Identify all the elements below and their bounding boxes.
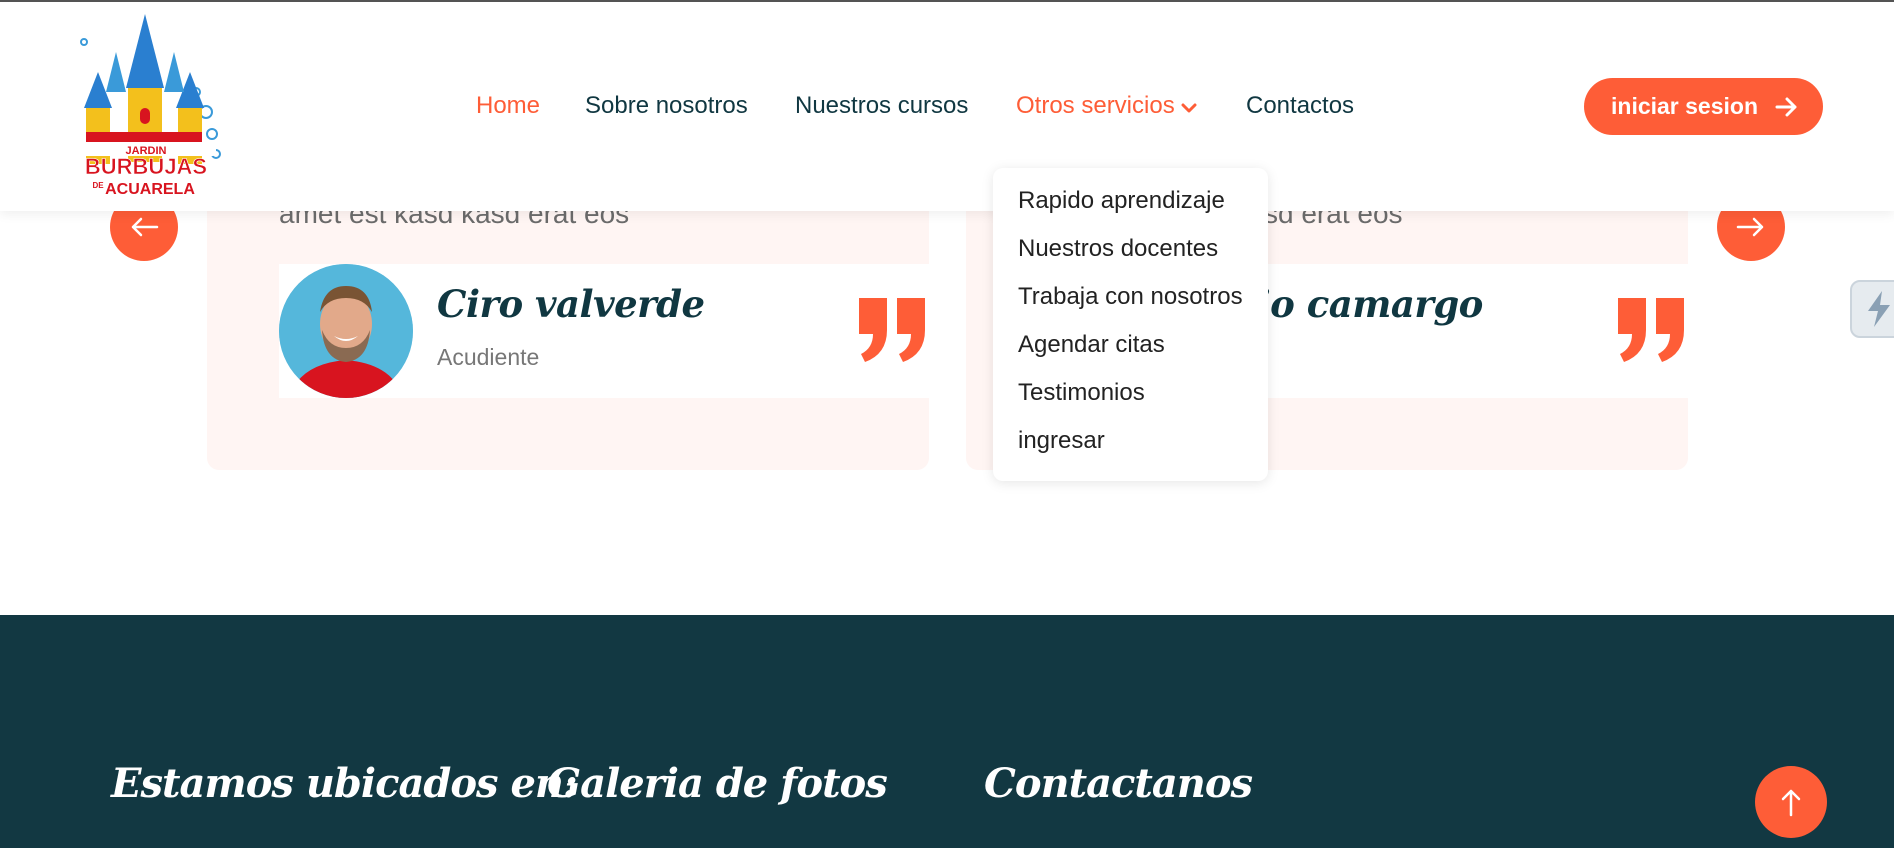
quote-icon xyxy=(1616,296,1688,364)
login-button[interactable]: iniciar sesion xyxy=(1584,78,1823,135)
logo-text-burbujas: BURBUJAS xyxy=(85,154,207,179)
arrow-right-icon xyxy=(1736,217,1764,237)
footer-contact-title: Contactanos xyxy=(984,760,1253,807)
nav-contactos[interactable]: Contactos xyxy=(1246,92,1354,120)
arrow-up-icon xyxy=(1781,789,1801,817)
testimonial-role: Acudiente xyxy=(437,344,540,370)
nav-otros-servicios-label: Otros servicios xyxy=(1016,92,1175,119)
dropdown-item-testimonios[interactable]: Testimonios xyxy=(993,378,1268,426)
logo-text-acuarela: ACUARELA xyxy=(105,181,195,198)
dropdown-item-rapido-aprendizaje[interactable]: Rapido aprendizaje xyxy=(993,186,1268,234)
back-to-top-button[interactable] xyxy=(1755,766,1827,838)
chevron-down-icon xyxy=(1181,93,1197,121)
dropdown-item-trabaja-con-nosotros[interactable]: Trabaja con nosotros xyxy=(993,282,1268,330)
nav-sobre-nosotros[interactable]: Sobre nosotros xyxy=(585,92,748,120)
dropdown-item-ingresar[interactable]: ingresar xyxy=(993,426,1268,474)
avatar xyxy=(279,264,413,398)
dropdown-item-agendar-citas[interactable]: Agendar citas xyxy=(993,330,1268,378)
quote-icon xyxy=(857,296,929,364)
nav-nuestros-cursos[interactable]: Nuestros cursos xyxy=(795,92,968,120)
lightning-icon xyxy=(1868,291,1890,327)
side-extension-widget[interactable] xyxy=(1850,280,1894,338)
otros-servicios-dropdown: Rapido aprendizaje Nuestros docentes Tra… xyxy=(993,168,1268,481)
testimonial-name: Ciro valverde xyxy=(437,282,705,326)
login-button-label: iniciar sesion xyxy=(1611,93,1759,119)
footer-location-title: Estamos ubicados en: xyxy=(111,760,578,807)
nav-otros-servicios[interactable]: Otros servicios xyxy=(1016,92,1197,121)
site-header: JARDIN BURBUJAS DE ACUARELA Home Sobre n… xyxy=(0,2,1894,211)
site-footer: Estamos ubicados en: Galeria de fotos Co… xyxy=(0,615,1894,848)
arrow-right-icon xyxy=(1775,97,1797,117)
arrow-left-icon xyxy=(131,217,159,237)
site-logo[interactable]: JARDIN BURBUJAS DE ACUARELA xyxy=(66,12,226,204)
nav-home[interactable]: Home xyxy=(476,92,540,120)
logo-text-de: DE xyxy=(92,181,104,190)
dropdown-item-nuestros-docentes[interactable]: Nuestros docentes xyxy=(993,234,1268,282)
footer-gallery-title: Galeria de fotos xyxy=(547,760,888,807)
